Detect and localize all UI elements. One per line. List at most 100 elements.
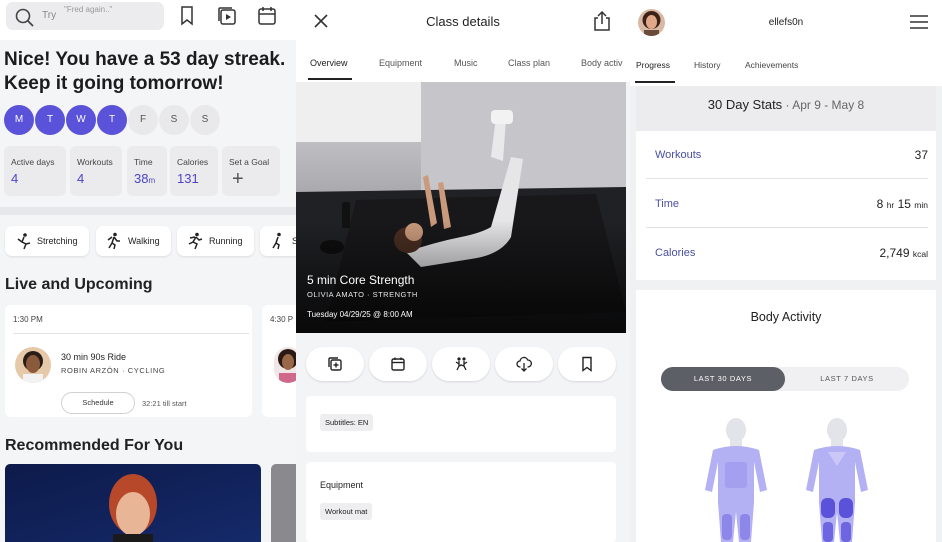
segment-last-30-days[interactable]: LAST 30 DAYS	[661, 367, 785, 391]
stretching-icon	[17, 233, 31, 250]
stat-number: 38	[134, 171, 149, 186]
calendar-icon	[391, 357, 405, 371]
stat-value: 37	[914, 148, 928, 162]
class-meta: OLIVIA AMATO · STRENGTH	[307, 290, 418, 299]
instructor-avatar	[15, 347, 51, 383]
class-time: 1:30 PM	[13, 315, 43, 324]
body-back-figure	[806, 418, 868, 542]
class-discipline: CYCLING	[127, 366, 166, 375]
tab-body-activity[interactable]: Body activ	[581, 58, 623, 68]
calendar-icon[interactable]	[257, 6, 277, 26]
streak-line-1: Nice! You have a 53 day streak.	[4, 49, 286, 70]
share-icon[interactable]	[592, 10, 612, 32]
time-minutes-unit: min	[914, 200, 928, 210]
stat-row-workouts[interactable]: Workouts 37	[646, 131, 928, 179]
category-label: Running	[209, 236, 243, 246]
equipment-heading: Equipment	[320, 480, 364, 490]
video-library-icon[interactable]	[217, 6, 237, 26]
class-details-header: Class details Overview Equipment Music C…	[296, 0, 630, 82]
instructor-avatar	[274, 347, 296, 383]
class-details-panel: Class details Overview Equipment Music C…	[296, 0, 630, 542]
class-discipline: STRENGTH	[372, 290, 418, 299]
add-to-stack-button[interactable]	[306, 347, 364, 381]
category-walking[interactable]: Walking	[96, 226, 171, 256]
divider	[13, 333, 249, 334]
day-sunday: S	[190, 105, 220, 135]
stat-row-calories[interactable]: Calories 2,749 kcal	[646, 229, 928, 277]
category-label: Walking	[128, 236, 160, 246]
tab-progress[interactable]: Progress	[636, 60, 670, 70]
stat-value: 2,749 kcal	[880, 246, 929, 260]
class-time: 4:30 P	[270, 315, 294, 324]
search-field[interactable]: Try "Fred again.."	[6, 2, 164, 30]
instructor-name: OLIVIA AMATO	[307, 290, 365, 299]
calories-unit: kcal	[912, 249, 928, 259]
active-tab-indicator	[635, 81, 675, 83]
instructor-name: ROBIN ARZÓN	[61, 366, 120, 375]
username: ellefs0n	[768, 17, 804, 28]
set-goal-button[interactable]: Set a Goal +	[222, 146, 280, 196]
live-class-card-2[interactable]: 4:30 P	[262, 305, 296, 417]
schedule-class-button[interactable]	[369, 347, 427, 381]
invite-friends-button[interactable]	[432, 347, 490, 381]
time-hours: 8	[876, 197, 884, 211]
schedule-button[interactable]: Schedule	[61, 392, 135, 414]
stat-label: Time	[655, 198, 680, 210]
stat-workouts[interactable]: Workouts 4	[70, 146, 122, 196]
stat-label: Calories	[655, 247, 696, 259]
tab-achievements[interactable]: Achievements	[745, 60, 798, 70]
day-wednesday: W	[66, 105, 96, 135]
category-more[interactable]: S	[260, 226, 296, 256]
stat-active-days[interactable]: Active days 4	[4, 146, 66, 196]
home-top-bar: Try "Fred again.."	[0, 0, 296, 40]
stat-value: 131	[177, 171, 199, 186]
bookmark-icon[interactable]	[180, 6, 194, 26]
stat-time[interactable]: Time 38m	[127, 146, 167, 196]
recommended-title: Recommended For You	[5, 437, 184, 454]
stat-label: Calories	[177, 157, 209, 167]
day-saturday: S	[159, 105, 189, 135]
category-running[interactable]: Running	[177, 226, 254, 256]
class-video-preview[interactable]: 5 min Core Strength OLIVIA AMATO · STREN…	[296, 82, 626, 333]
class-name: 30 min 90s Ride	[61, 352, 127, 362]
live-upcoming-title: Live and Upcoming	[5, 276, 153, 293]
time-hours-unit: hr	[886, 200, 895, 210]
cloud-download-icon	[516, 356, 532, 372]
download-button[interactable]	[495, 347, 553, 381]
profile-header: ellefs0n Progress History Achievements	[630, 0, 942, 86]
bookmark-button[interactable]	[558, 347, 616, 381]
recommended-class-thumbnail-2[interactable]	[271, 464, 296, 542]
tab-history[interactable]: History	[694, 60, 720, 70]
profile-panel: ellefs0n Progress History Achievements 3…	[630, 0, 942, 542]
live-class-card[interactable]: 1:30 PM 30 min 90s Ride ROBIN ARZÓN · CY…	[5, 305, 252, 417]
day-thursday: T	[97, 105, 127, 135]
equipment-section: Equipment Workout mat	[306, 462, 616, 542]
day-tuesday: T	[35, 105, 65, 135]
stat-row-time[interactable]: Time 8 hr 15 min	[646, 180, 928, 228]
stats-title: 30 Day Stats	[707, 97, 783, 112]
stat-label: Active days	[11, 157, 55, 167]
tab-equipment[interactable]: Equipment	[379, 58, 422, 68]
stat-calories[interactable]: Calories 131	[170, 146, 218, 196]
category-stretching[interactable]: Stretching	[5, 226, 89, 256]
activity-icon	[272, 232, 281, 250]
segment-last-7-days[interactable]: LAST 7 DAYS	[785, 367, 909, 391]
running-icon	[188, 232, 203, 250]
tab-class-plan[interactable]: Class plan	[508, 58, 550, 68]
stat-label: Workouts	[655, 149, 702, 161]
set-goal-label: Set a Goal	[229, 157, 270, 167]
body-activity-title: Body Activity	[750, 310, 822, 324]
day-friday: F	[128, 105, 158, 135]
people-workout-icon	[455, 357, 468, 371]
class-title: 5 min Core Strength	[307, 273, 415, 287]
menu-icon[interactable]	[910, 14, 928, 30]
tab-overview[interactable]: Overview	[310, 58, 348, 68]
stack-add-icon	[328, 357, 342, 371]
recommended-class-thumbnail[interactable]	[5, 464, 261, 542]
day-monday: M	[4, 105, 34, 135]
stat-label: Workouts	[77, 157, 113, 167]
tab-music[interactable]: Music	[454, 58, 478, 68]
stat-unit: m	[148, 176, 156, 185]
subtitles-tag: Subtitles: EN	[320, 414, 374, 431]
stats-header: 30 Day Stats · Apr 9 - May 8	[636, 86, 936, 131]
